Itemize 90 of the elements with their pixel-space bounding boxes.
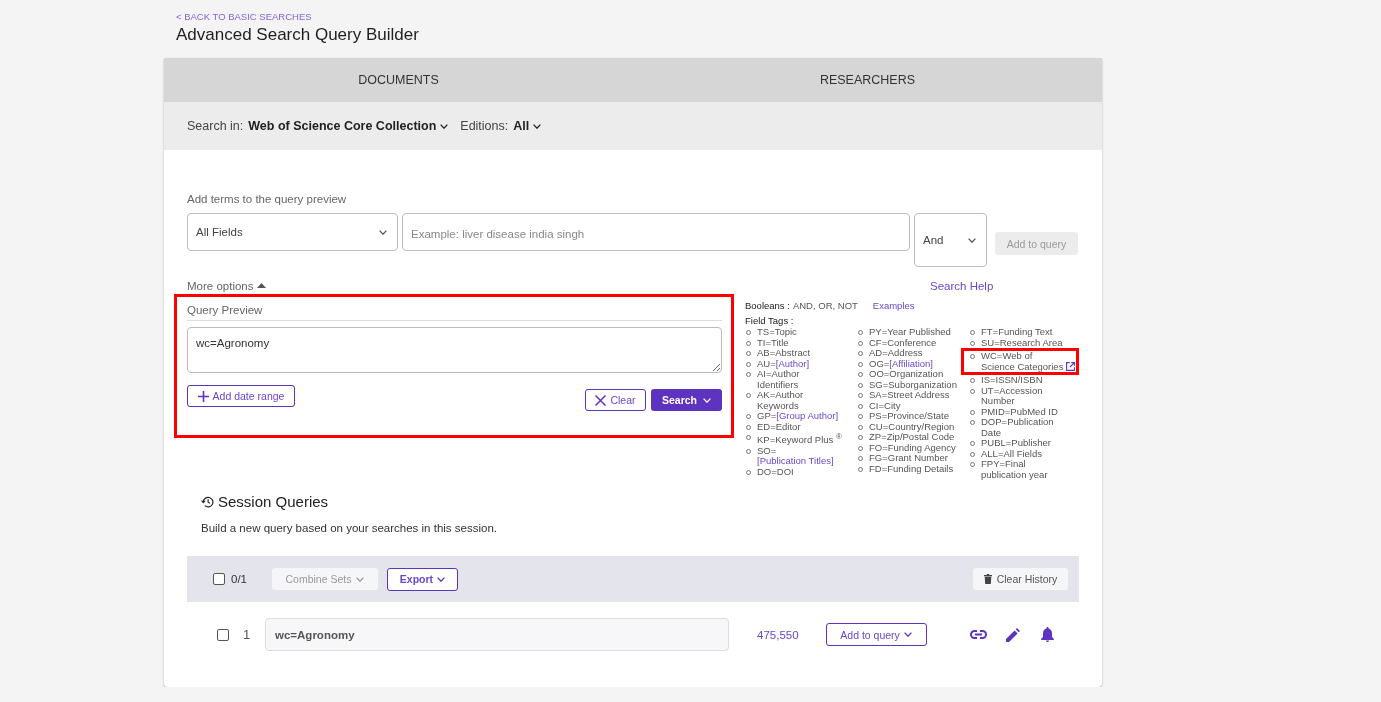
field-tag: ALL=All Fields: [981, 448, 1042, 459]
clear-button[interactable]: Clear: [585, 389, 646, 411]
clear-history-button[interactable]: Clear History: [973, 568, 1068, 590]
field-tag: FG=Grant Number: [869, 453, 948, 464]
select-all-checkbox[interactable]: [213, 573, 225, 585]
field-tag: TI=Title: [757, 337, 789, 348]
field-tag: WC=Web of Science Categories: [981, 351, 1064, 372]
field-tag: FPY=Final publication year: [981, 459, 1067, 480]
field-tag-link[interactable]: [Affiliation]: [889, 357, 933, 369]
field-tag: SA=Street Address: [869, 390, 950, 401]
field-tag: UT=Accession Number: [981, 385, 1067, 407]
bell-icon[interactable]: [1040, 627, 1054, 642]
field-tag: DO=DOI: [757, 466, 794, 478]
more-options-toggle[interactable]: More options: [187, 277, 267, 294]
caret-up-icon: [257, 283, 267, 288]
add-terms-label: Add terms to the query preview: [187, 192, 347, 206]
external-link-icon[interactable]: [1066, 362, 1075, 371]
search-input[interactable]: Example: liver disease india singh: [402, 213, 910, 251]
page-title: Advanced Search Query Builder: [176, 25, 419, 45]
field-tag: SU=Research Area: [981, 337, 1063, 348]
field-tag: FT=Funding Text: [981, 327, 1053, 338]
field-tag: FD=Funding Details: [869, 463, 954, 474]
results-count-link[interactable]: 475,550: [757, 628, 799, 641]
query-preview-title: Query Preview: [187, 303, 263, 317]
field-tag: AU=[Author]: [757, 358, 810, 369]
query-number: 1: [243, 627, 251, 642]
field-tag-link[interactable]: [Publication Titles]: [757, 455, 834, 467]
session-queries-title: Session Queries: [218, 493, 329, 511]
add-date-range-button[interactable]: Add date range: [187, 385, 295, 407]
field-tag: PUBL=Publisher: [981, 438, 1051, 449]
field-tag: PMID=PubMed ID: [981, 406, 1058, 417]
link-icon[interactable]: [969, 630, 987, 639]
field-tag: OG=[Affiliation]: [869, 358, 933, 369]
field-tag: CF=Conference: [869, 337, 937, 348]
chevron-down-icon: [379, 229, 387, 235]
tab[interactable]: RESEARCHERS: [819, 73, 916, 87]
field-tag: AD=Address: [869, 348, 923, 359]
field-tag: FO=Funding Agency: [869, 442, 956, 453]
chevron-down-icon: [437, 576, 446, 582]
field-tag: CU=Country/Region: [869, 421, 955, 432]
field-tag: AI=Author Identifiers: [757, 369, 843, 390]
examples-link[interactable]: Examples: [872, 299, 915, 312]
chevron-down-icon: [533, 123, 542, 129]
history-icon: [201, 496, 214, 508]
field-tags-label: Field Tags :: [745, 314, 794, 327]
add-to-query-dropdown[interactable]: Add to query: [825, 623, 927, 646]
field-tag: PS=Province/State: [869, 411, 949, 422]
editions-label: Editions:: [460, 119, 509, 133]
search-button[interactable]: Search: [651, 389, 722, 411]
chevron-down-icon: [968, 237, 976, 243]
trash-icon: [983, 574, 992, 584]
close-icon: [595, 394, 607, 406]
pencil-icon[interactable]: [1005, 627, 1020, 642]
booleans-label: Booleans :: [745, 299, 790, 312]
search-help-link[interactable]: Search Help: [930, 278, 994, 294]
field-tag-link[interactable]: [Group Author]: [776, 410, 839, 421]
field-tag: TS=Topic: [757, 327, 797, 338]
field-tag: PY=Year Published: [869, 327, 951, 338]
booleans-operators: AND, OR, NOT: [792, 299, 858, 312]
chevron-down-icon: [356, 576, 365, 582]
field-tag: KP=Keyword Plus $^{®}$: [757, 432, 842, 446]
field-tag: ED=Editor: [757, 421, 801, 432]
field-select[interactable]: All Fields: [187, 213, 398, 251]
field-tag: ZP=Zip/Postal Code: [869, 432, 955, 443]
collection-dropdown[interactable]: Web of Science Core Collection: [248, 119, 449, 133]
field-tag: SO= [Publication Titles]: [757, 445, 843, 467]
row-checkbox[interactable]: [217, 628, 229, 641]
query-preview-field[interactable]: wc=Agronomy: [187, 327, 722, 373]
field-tag: AB=Abstract: [757, 348, 811, 359]
query-field: wc=Agronomy: [265, 618, 729, 651]
session-description: Build a new query based on your searches in this session.: [201, 521, 497, 535]
tab[interactable]: DOCUMENTS: [358, 73, 439, 87]
plus-icon: [197, 390, 209, 402]
field-tag: GP=[Group Author]: [757, 411, 839, 422]
operator-select[interactable]: And: [914, 213, 987, 267]
export-button[interactable]: Export: [387, 567, 458, 591]
selection-count: 0/1: [231, 573, 247, 585]
field-tag: SG=Suborganization: [869, 379, 957, 390]
field-tag: IS=ISSN/ISBN: [981, 375, 1043, 386]
field-tag-link[interactable]: [Author]: [775, 357, 810, 369]
field-tag: DOP=Publication Date: [981, 417, 1067, 438]
chevron-down-icon: [703, 397, 711, 403]
field-tag: CI=City: [869, 400, 901, 411]
field-tag: AK=Author Keywords: [757, 390, 843, 411]
back-link[interactable]: < BACK TO BASIC SEARCHES: [176, 11, 312, 22]
search-in-label: Search in:: [187, 119, 244, 133]
field-tag: OO=Organization: [869, 369, 944, 380]
chevron-down-icon: [903, 632, 912, 637]
chevron-down-icon: [440, 123, 449, 129]
editions-dropdown[interactable]: All: [513, 119, 542, 133]
